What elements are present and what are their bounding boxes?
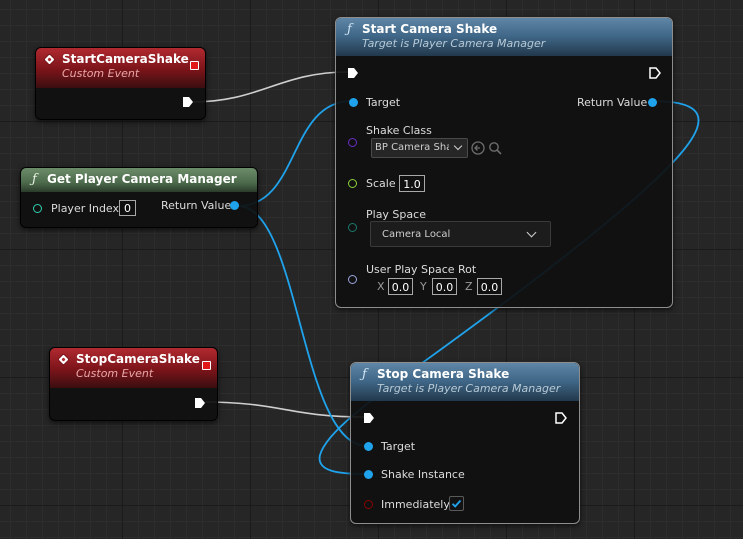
exec-out-pin[interactable] xyxy=(182,96,194,108)
wire-exec-stop xyxy=(203,401,365,418)
event-subtitle: Custom Event xyxy=(76,367,154,380)
play-space-value: Camera Local xyxy=(382,229,451,240)
function-header: ƒ Stop Camera Shake Target is Player Cam… xyxy=(351,363,579,401)
rot-z-input[interactable]: 0.0 xyxy=(477,278,502,295)
shake-instance-pin[interactable] xyxy=(364,470,373,479)
play-space-dropdown[interactable]: Camera Local xyxy=(370,221,551,247)
scale-pin[interactable] xyxy=(348,179,357,188)
player-index-input[interactable]: 0 xyxy=(119,200,136,216)
target-label: Target xyxy=(381,440,416,453)
exec-in-pin[interactable] xyxy=(347,67,359,79)
stop-camera-shake-event-node[interactable]: StopCameraShake Custom Event xyxy=(49,347,218,421)
return-value-pin[interactable] xyxy=(648,98,657,107)
user-play-space-rot-pin[interactable] xyxy=(348,275,357,284)
exec-out-pin[interactable] xyxy=(649,67,661,79)
target-label: Target xyxy=(366,96,401,109)
event-diamond-icon xyxy=(57,353,70,366)
scale-label: Scale xyxy=(366,177,396,190)
return-value-pin[interactable] xyxy=(230,201,239,210)
event-title: StopCameraShake xyxy=(76,352,200,366)
return-value-label: Return Value xyxy=(161,199,232,212)
delegate-pin-icon[interactable] xyxy=(202,361,211,370)
immediately-pin[interactable] xyxy=(364,500,373,509)
node-title: Start Camera Shake xyxy=(362,22,498,36)
immediately-checkbox[interactable] xyxy=(449,496,464,511)
user-play-space-rot-label: User Play Space Rot xyxy=(366,263,477,276)
chevron-down-icon xyxy=(526,227,537,238)
node-subtitle: Target is Player Camera Manager xyxy=(362,37,546,50)
function-header: ƒ Start Camera Shake Target is Player Ca… xyxy=(336,18,672,56)
rot-x-label: X xyxy=(377,280,385,293)
get-player-camera-manager-node[interactable]: ƒ Get Player Camera Manager Player Index… xyxy=(20,167,258,228)
shake-instance-label: Shake Instance xyxy=(381,468,465,481)
shake-class-value: BP Camera Shal xyxy=(375,142,449,153)
event-header: StopCameraShake Custom Event xyxy=(50,348,217,388)
rot-z-label: Z xyxy=(465,280,473,293)
start-camera-shake-event-node[interactable]: StartCameraShake Custom Event xyxy=(35,47,206,120)
event-title: StartCameraShake xyxy=(62,52,189,66)
target-pin[interactable] xyxy=(364,442,373,451)
event-header: StartCameraShake Custom Event xyxy=(36,48,205,88)
player-index-pin[interactable] xyxy=(33,204,42,213)
shake-class-label: Shake Class xyxy=(366,124,432,137)
event-subtitle: Custom Event xyxy=(62,67,140,80)
player-index-label: Player Index xyxy=(51,202,120,215)
stop-camera-shake-node[interactable]: ƒ Stop Camera Shake Target is Player Cam… xyxy=(350,362,580,524)
function-f-icon: ƒ xyxy=(347,22,352,37)
shake-class-dropdown[interactable]: BP Camera Shal xyxy=(371,138,468,158)
shake-class-pin[interactable] xyxy=(348,138,357,147)
scale-input[interactable]: 1.0 xyxy=(399,175,425,192)
return-value-label: Return Value xyxy=(577,96,648,109)
pure-function-header: ƒ Get Player Camera Manager xyxy=(21,168,257,192)
browse-arrow-icon[interactable] xyxy=(471,141,485,155)
function-f-icon: ƒ xyxy=(362,367,367,382)
check-icon xyxy=(451,499,462,508)
search-icon[interactable] xyxy=(488,141,502,155)
rot-y-input[interactable]: 0.0 xyxy=(432,278,457,295)
rot-y-label: Y xyxy=(420,280,427,293)
delegate-pin-icon[interactable] xyxy=(190,61,199,70)
node-title: Get Player Camera Manager xyxy=(47,172,237,186)
rot-x-input[interactable]: 0.0 xyxy=(388,278,413,295)
exec-out-pin[interactable] xyxy=(194,397,206,409)
target-pin[interactable] xyxy=(349,98,358,107)
exec-in-pin[interactable] xyxy=(363,412,375,424)
function-f-icon: ƒ xyxy=(32,172,37,187)
play-space-label: Play Space xyxy=(366,208,426,221)
start-camera-shake-node[interactable]: ƒ Start Camera Shake Target is Player Ca… xyxy=(335,17,673,308)
wire-exec-start xyxy=(191,71,349,103)
immediately-label: Immediately xyxy=(381,498,450,511)
node-title: Stop Camera Shake xyxy=(377,367,510,381)
play-space-pin[interactable] xyxy=(348,223,357,232)
chevron-down-icon xyxy=(453,141,463,151)
exec-out-pin[interactable] xyxy=(555,412,567,424)
node-subtitle: Target is Player Camera Manager xyxy=(377,382,561,395)
event-diamond-icon xyxy=(43,53,56,66)
